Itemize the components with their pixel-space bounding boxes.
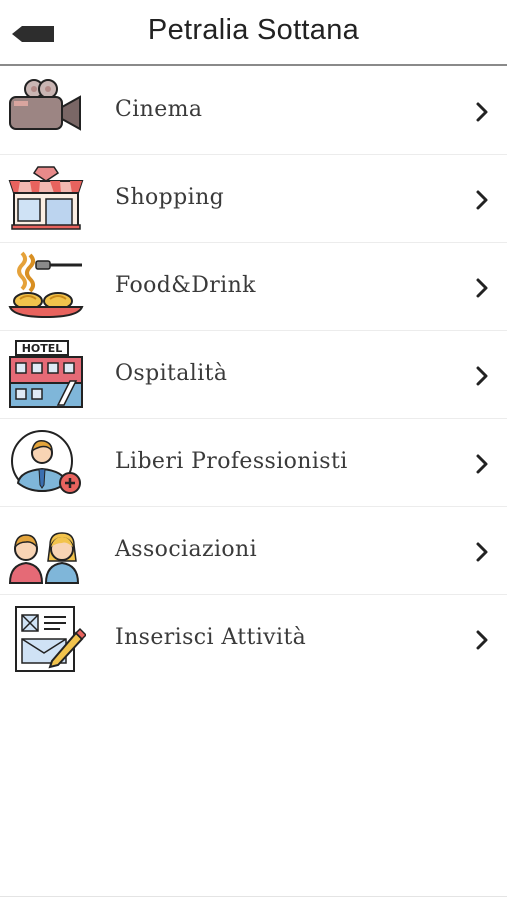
form-edit-icon [15,606,86,672]
spaghetti-fork-icon [8,251,84,319]
menu-item-cinema[interactable]: Cinema [0,67,507,155]
app-header: Petralia Sottana [0,0,507,66]
menu-item-associazioni[interactable]: Associazioni [0,507,507,595]
menu-item-label: Associazioni [115,537,258,562]
menu-item-label: Ospitalità [115,361,228,386]
app-screen: Petralia Sottana Cinema Shopping Food&Dr… [0,0,507,900]
hotel-building-icon: HOTEL [9,340,83,408]
menu-item-label: Cinema [115,97,203,122]
menu-item-label: Food&Drink [115,273,256,298]
people-group-icon [8,532,80,584]
menu-item-food-drink[interactable]: Food&Drink [0,243,507,331]
menu-item-label: Inserisci Attività [115,625,307,650]
professional-add-icon [11,430,81,494]
chevron-right-icon [476,630,488,650]
menu-item-inserisci-attivita[interactable]: Inserisci Attività [0,595,507,683]
bottom-divider [0,896,507,897]
menu-item-shopping[interactable]: Shopping [0,155,507,243]
page-title: Petralia Sottana [147,14,360,46]
chevron-right-icon [476,366,488,386]
hotel-sign-text: HOTEL [22,342,63,355]
menu-item-label: Liberi Professionisti [115,449,348,474]
chevron-right-icon [476,102,488,122]
shop-storefront-icon [8,166,84,230]
menu-item-label: Shopping [115,185,225,210]
chevron-right-icon [476,190,488,210]
chevron-right-icon [476,454,488,474]
chevron-right-icon [476,278,488,298]
movie-camera-icon [9,79,81,131]
menu-item-ospitalita[interactable]: HOTEL Ospitalità [0,331,507,419]
chevron-right-icon [476,542,488,562]
category-menu: Cinema Shopping Food&Drink HOTEL Ospital… [0,67,507,683]
menu-item-liberi-professionisti[interactable]: Liberi Professionisti [0,419,507,507]
